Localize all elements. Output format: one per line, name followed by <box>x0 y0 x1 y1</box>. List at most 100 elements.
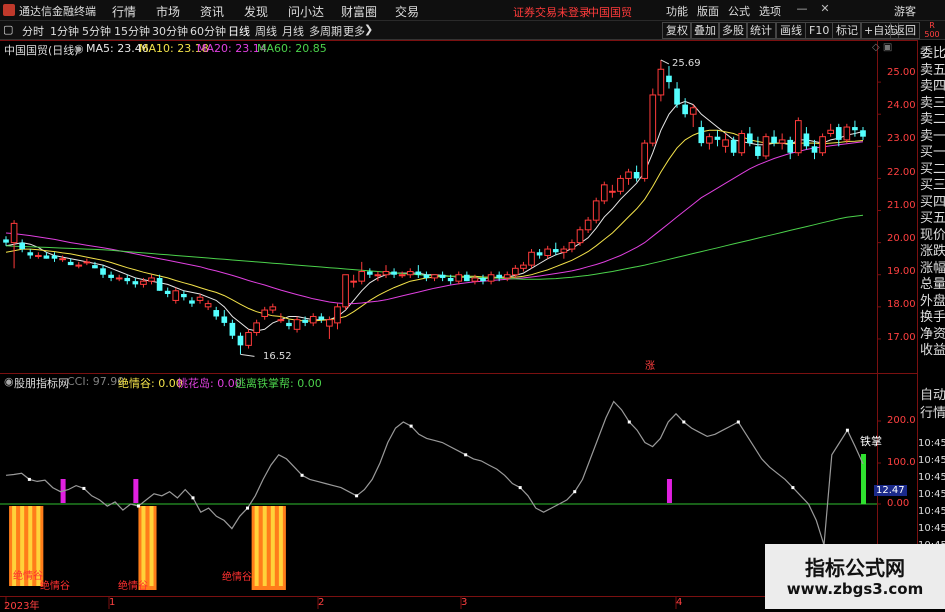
candle-body <box>204 303 212 308</box>
period-15min[interactable]: 15分钟 <box>114 23 150 39</box>
close-icon[interactable]: ✕ <box>818 2 832 16</box>
btn-f10[interactable]: F10 <box>805 22 834 39</box>
candle-body <box>771 136 777 144</box>
login-warning[interactable]: 证券交易未登录 <box>513 4 590 20</box>
menu-xuanxiang[interactable]: 选项 <box>759 3 781 19</box>
btn-duogu[interactable]: 多股 <box>718 22 748 39</box>
cci-marker <box>573 490 577 494</box>
pane-collapse-icon[interactable]: ◇ ▣ <box>872 42 892 53</box>
chart-settings-icon[interactable]: ◉ <box>74 42 84 55</box>
menu-caifuquan[interactable]: 财富圈 <box>341 3 377 20</box>
candle-body <box>148 277 155 282</box>
date-label-2023: 2023年 <box>4 601 40 612</box>
candle-body <box>43 255 50 259</box>
btn-tongji[interactable]: 统计 <box>746 22 776 39</box>
btn-fuquan[interactable]: 复权 <box>662 22 692 39</box>
candle-body <box>617 177 624 192</box>
jueqinggu-bar-core <box>270 506 275 586</box>
menu-shichang[interactable]: 市场 <box>156 3 180 20</box>
candle-body <box>309 315 317 324</box>
date-label-2: 2 <box>318 597 325 608</box>
candle-body <box>398 274 406 277</box>
indicator-settings-icon[interactable]: ◉ <box>4 375 14 388</box>
indicator-side-label: 铁掌 <box>860 435 882 448</box>
candle-body <box>746 133 753 144</box>
candle-body <box>181 294 187 298</box>
period-fenshi[interactable]: 分时 <box>22 23 44 39</box>
candle-body <box>221 316 228 323</box>
chart-title: 中国国贸(日线) <box>4 44 79 57</box>
menu-banmian[interactable]: 版面 <box>697 3 719 19</box>
period-more[interactable]: 更多 <box>343 23 365 39</box>
candle-body <box>115 277 123 280</box>
candle-body <box>787 139 794 153</box>
date-label-1: 1 <box>109 597 116 608</box>
minimize-icon[interactable]: — <box>795 2 809 16</box>
period-30min[interactable]: 30分钟 <box>152 23 188 39</box>
candle-body <box>140 280 147 285</box>
candle-body <box>755 146 761 156</box>
candle-body <box>503 274 511 279</box>
watermark-url: www.zbgs3.com <box>786 580 924 598</box>
candle-body <box>431 274 438 279</box>
cci-marker <box>518 486 522 490</box>
cci-marker <box>409 424 413 428</box>
chart-area[interactable] <box>0 40 917 609</box>
btn-fanhui[interactable]: 返回 <box>890 22 920 39</box>
menu-faxian[interactable]: 发现 <box>244 3 268 20</box>
cci-marker <box>246 506 250 510</box>
candle-body <box>641 142 649 179</box>
btn-diejia[interactable]: 叠加 <box>690 22 720 39</box>
candle-body <box>584 219 592 231</box>
cci-marker <box>191 496 195 500</box>
r-badge: R 500 <box>924 21 940 39</box>
menu-wenxiaoda[interactable]: 问小达 <box>288 3 324 20</box>
period-monthly[interactable]: 月线 <box>282 23 304 39</box>
taohuadao-bar <box>133 479 139 503</box>
period-multi[interactable]: 多周期 <box>309 23 342 39</box>
period-5min[interactable]: 5分钟 <box>82 23 111 39</box>
menu-jiaoyi[interactable]: 交易 <box>395 3 419 20</box>
candle-body <box>520 264 527 269</box>
candle-body <box>213 310 220 317</box>
candle-body <box>3 239 9 243</box>
candle-body <box>625 171 632 179</box>
quote-bottom-0[interactable]: 自动 <box>920 384 945 403</box>
candle-body <box>649 94 657 144</box>
candle-body <box>827 129 834 134</box>
candle-body <box>132 281 139 285</box>
candle-body <box>552 249 559 253</box>
menu-gongneng[interactable]: 功能 <box>666 3 688 19</box>
ma-line-ma10 <box>5 129 864 322</box>
btn-biaoji[interactable]: 标记 <box>832 22 862 39</box>
candle-body <box>92 265 98 269</box>
menu-gongshi[interactable]: 公式 <box>728 3 750 19</box>
ma60-label: MA60: 20.85 <box>257 42 327 55</box>
btn-huaxian[interactable]: 画线 <box>776 22 806 39</box>
cci-marker <box>791 486 795 490</box>
limit-up-badge: 涨 <box>645 361 655 372</box>
menu-hangqing[interactable]: 行情 <box>112 3 136 20</box>
y-tick-0: 25.00 <box>887 67 916 79</box>
low-marker <box>240 353 255 357</box>
more-chevron-icon[interactable]: ❯ <box>364 23 373 36</box>
candle-body <box>666 75 672 83</box>
period-1min[interactable]: 1分钟 <box>50 23 79 39</box>
quote-bottom-1[interactable]: 行情 <box>920 402 945 421</box>
guest-label[interactable]: 游客 <box>894 3 916 19</box>
period-weekly[interactable]: 周线 <box>255 23 277 39</box>
period-60min[interactable]: 60分钟 <box>190 23 226 39</box>
candle-body <box>342 274 349 308</box>
period-daily[interactable]: 日线 <box>228 23 250 39</box>
y-tick-6: 19.00 <box>887 266 916 278</box>
ma-lines <box>5 100 864 332</box>
menu-zixun[interactable]: 资讯 <box>200 3 224 20</box>
candle-body <box>374 274 382 277</box>
expand-icon[interactable]: ▢ <box>3 23 13 36</box>
candle-body <box>447 277 454 282</box>
candle-body <box>27 252 34 256</box>
candlesticks <box>3 59 866 357</box>
candle-body <box>778 139 786 144</box>
jueqinggu-bar-core <box>254 506 259 586</box>
indicator-name: 股朋指标网 <box>14 377 69 390</box>
